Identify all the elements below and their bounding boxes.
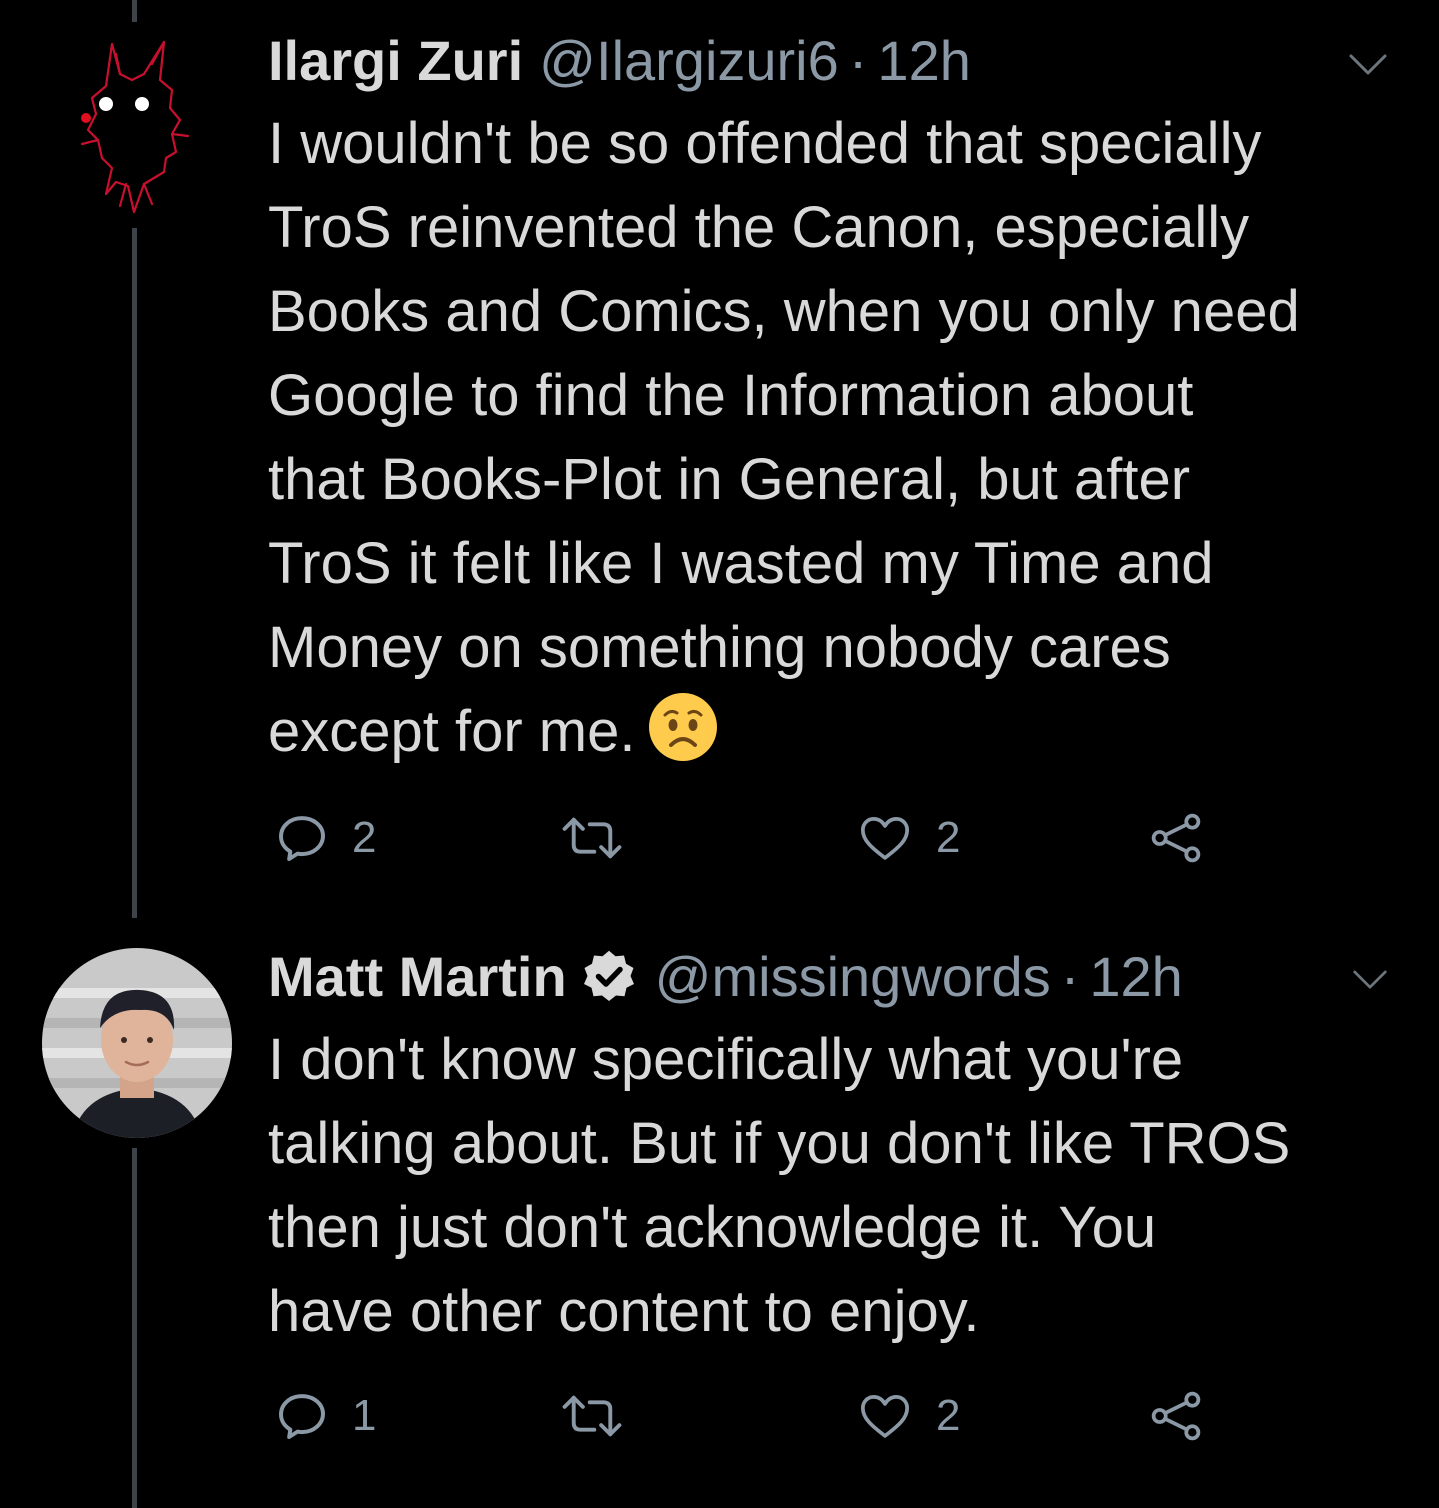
text-line: talking about. But if you don't like TRO…	[268, 1111, 1291, 1176]
tweet-actions: 2 2	[270, 808, 1270, 868]
like-icon	[860, 1395, 910, 1438]
header-separator: ·	[848, 29, 868, 92]
tweet-text: I wouldn't be so offended that specially…	[268, 102, 1403, 774]
tweet-ilargi-zuri[interactable]: Ilargi Zuri @Ilargizuri6 · 12h I wouldn'…	[0, 0, 1439, 920]
like-icon	[860, 817, 910, 860]
text-line: have other content to enjoy.	[268, 1279, 980, 1344]
chevron-down-icon[interactable]	[1352, 968, 1388, 992]
author-handle[interactable]: @missingwords	[655, 944, 1051, 1010]
tweet-timestamp[interactable]: 12h	[1089, 944, 1182, 1010]
reply-count: 2	[352, 813, 377, 862]
reply-icon	[279, 1394, 325, 1439]
text-line: I don't know specifically what you're	[268, 1027, 1184, 1092]
like-count: 2	[936, 813, 961, 862]
text-line: Money on something nobody cares	[268, 615, 1171, 680]
person-photo-icon	[42, 948, 232, 1138]
header-separator: ·	[1060, 945, 1080, 1008]
text-line: I wouldn't be so offended that specially	[268, 111, 1262, 176]
like-button[interactable]: 2	[856, 808, 960, 868]
share-button[interactable]	[1146, 808, 1206, 868]
reply-icon	[279, 816, 325, 861]
profile-photo-avatar[interactable]	[42, 948, 232, 1138]
share-button[interactable]	[1146, 1386, 1206, 1446]
author-name[interactable]: Matt Martin	[268, 944, 567, 1010]
tweet-text: I don't know specifically what you're ta…	[268, 1018, 1403, 1354]
text-line: then just don't acknowledge it. You	[268, 1195, 1157, 1260]
text-line-last: except for me.	[268, 690, 1403, 774]
reply-button[interactable]: 2	[274, 808, 376, 868]
like-button[interactable]: 2	[856, 1386, 960, 1446]
tweet-header: Matt Martin @missingwords · 12h	[268, 944, 1403, 1010]
share-icon	[1151, 1391, 1201, 1441]
wolf-sketch-avatar[interactable]	[72, 34, 198, 220]
worried-face-emoji	[647, 691, 719, 763]
wolf-icon	[80, 40, 190, 214]
verified-badge-icon	[579, 947, 639, 1007]
text-line: that Books-Plot in General, but after	[268, 447, 1191, 512]
author-handle[interactable]: @Ilargizuri6	[539, 28, 839, 94]
retweet-button[interactable]	[560, 808, 646, 868]
text-line: Google to find the Information about	[268, 363, 1194, 428]
text-line: TroS reinvented the Canon, especially	[268, 195, 1250, 260]
chevron-down-icon[interactable]	[1348, 52, 1388, 78]
text-line: except for me.	[268, 699, 636, 764]
reply-count: 1	[352, 1391, 377, 1440]
retweet-icon	[562, 817, 622, 859]
share-icon	[1151, 813, 1201, 863]
tweet-header: Ilargi Zuri @Ilargizuri6 · 12h	[268, 28, 1403, 94]
tweet-matt-martin[interactable]: Matt Martin @missingwords · 12h I don't …	[0, 920, 1439, 1508]
text-line: Books and Comics, when you only need	[268, 279, 1300, 344]
like-count: 2	[936, 1391, 961, 1440]
tweet-timestamp[interactable]: 12h	[877, 28, 970, 94]
retweet-icon	[562, 1395, 622, 1437]
author-name[interactable]: Ilargi Zuri	[268, 28, 523, 94]
text-line: TroS it felt like I wasted my Time and	[268, 531, 1214, 596]
tweet-actions: 1 2	[270, 1386, 1270, 1446]
reply-button[interactable]: 1	[274, 1386, 376, 1446]
retweet-button[interactable]	[560, 1386, 646, 1446]
